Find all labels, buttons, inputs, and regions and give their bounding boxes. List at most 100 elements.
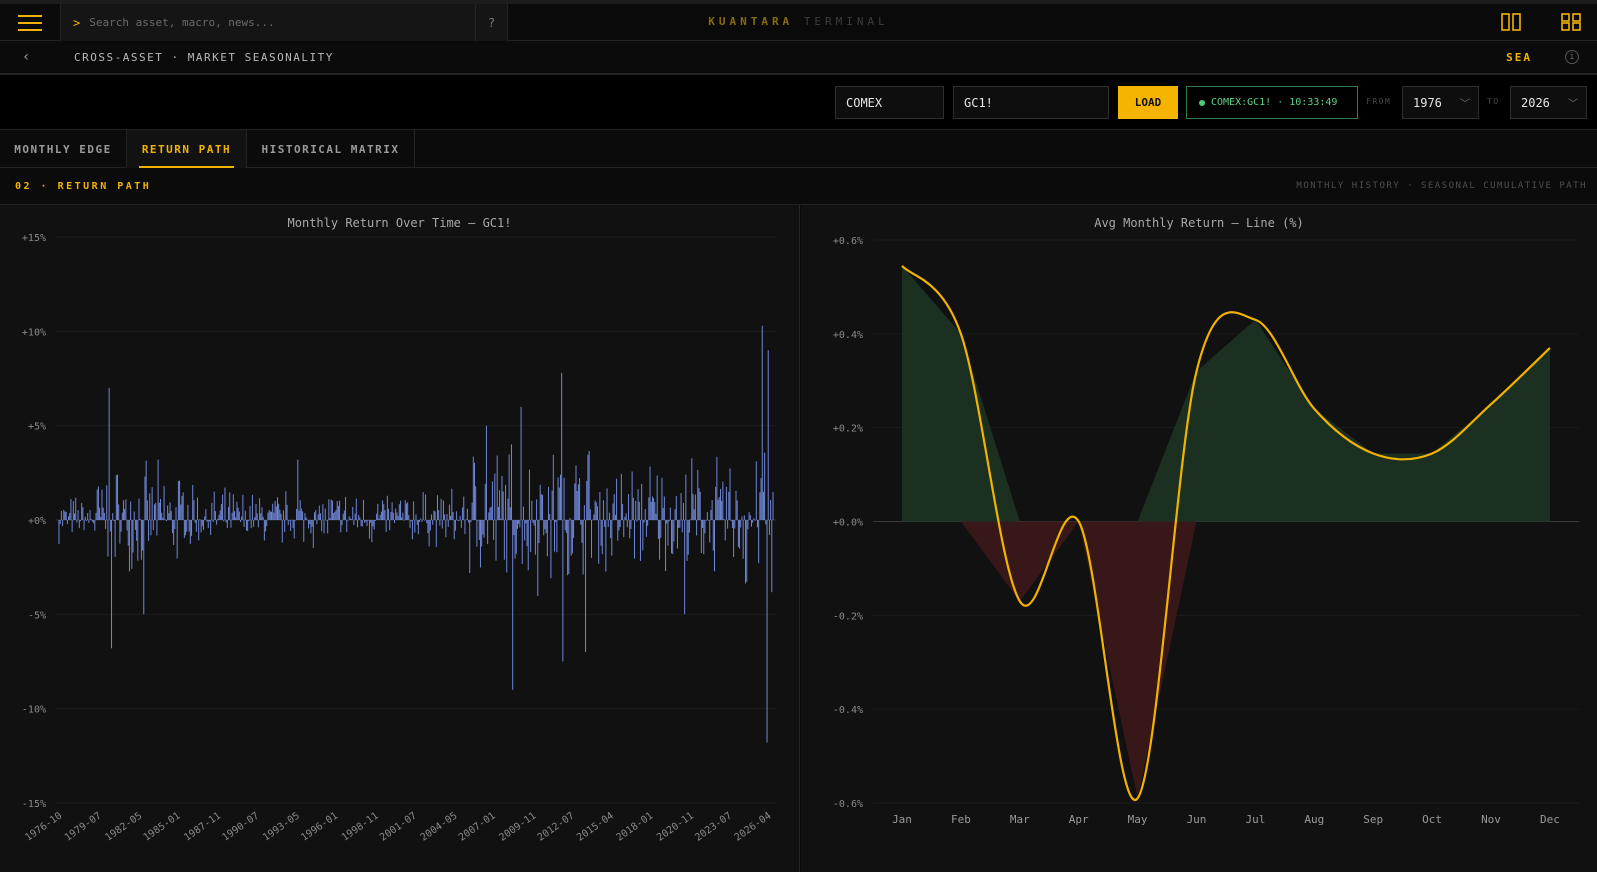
- bar: [589, 509, 591, 520]
- bar: [542, 494, 544, 520]
- bar: [383, 504, 385, 520]
- bar: [101, 489, 103, 520]
- bar: [306, 519, 308, 521]
- bar: [137, 520, 139, 561]
- bar: [667, 520, 669, 546]
- chevron-left-icon[interactable]: ‹: [22, 49, 30, 65]
- bar: [660, 520, 662, 538]
- from-year-select[interactable]: 1976 ﹀: [1402, 86, 1479, 119]
- bar: [282, 510, 284, 520]
- line-chart: +0.6% +0.4% +0.2% +0.0% -0.2% -0.4% -0.6% Jan Fe…: [833, 236, 1579, 826]
- section-subtitle: MONTHLY HISTORY · SEASONAL CUMULATIVE PA…: [1296, 181, 1587, 191]
- bar: [322, 504, 324, 520]
- bar: [429, 520, 431, 531]
- grid-layout-icon[interactable]: [1561, 13, 1581, 31]
- bar: [173, 520, 175, 545]
- bar: [308, 520, 310, 529]
- bar: [195, 520, 197, 532]
- bar: [728, 491, 730, 520]
- bar: [421, 520, 423, 522]
- bar: [754, 520, 756, 521]
- bar: [355, 498, 357, 520]
- split-layout-icon[interactable]: [1501, 13, 1521, 31]
- bar: [131, 520, 133, 569]
- bar: [440, 498, 442, 520]
- x-tick-label: Jul: [1245, 813, 1265, 826]
- bar: [316, 520, 318, 525]
- bar: [145, 460, 147, 520]
- bar: [643, 520, 645, 523]
- bar: [157, 459, 159, 520]
- bar: [659, 520, 661, 560]
- x-tick-label: 2020-11: [655, 810, 696, 843]
- bar: [230, 520, 232, 528]
- tab-historical-matrix[interactable]: HISTORICAL MATRIX: [247, 130, 415, 168]
- bar: [452, 512, 454, 520]
- bar: [708, 520, 710, 521]
- bar: [106, 485, 108, 520]
- bar: [235, 517, 237, 520]
- bar: [346, 520, 348, 532]
- bar: [202, 520, 204, 530]
- tab-monthly-edge[interactable]: MONTHLY EDGE: [0, 130, 127, 168]
- bar: [580, 520, 582, 525]
- bar: [488, 512, 490, 520]
- exchange-field[interactable]: COMEX: [835, 86, 944, 119]
- bar: [91, 520, 93, 522]
- region-label[interactable]: SEA: [1506, 51, 1532, 64]
- bar: [692, 493, 694, 520]
- bar: [163, 485, 165, 520]
- bar: [133, 511, 135, 520]
- positive-area: [902, 265, 1550, 522]
- bar: [292, 520, 294, 528]
- bar: [76, 520, 78, 523]
- bar: [242, 494, 244, 520]
- y-tick-label: -10%: [22, 705, 46, 716]
- to-year-select[interactable]: 2026 ﹀: [1510, 86, 1587, 119]
- bar: [672, 520, 674, 554]
- bar: [232, 494, 234, 520]
- status-dot-icon: [1199, 99, 1205, 106]
- bar: [274, 500, 276, 520]
- from-label: FROM: [1366, 97, 1392, 106]
- y-tick-label: -5%: [28, 610, 46, 621]
- bar: [552, 454, 554, 520]
- bar: [365, 520, 367, 522]
- bar: [712, 520, 714, 551]
- bar: [280, 513, 282, 520]
- bar: [606, 488, 608, 520]
- bar: [161, 512, 163, 520]
- chevron-down-icon: ﹀: [1568, 99, 1578, 110]
- bar: [128, 520, 130, 572]
- bar: [272, 503, 274, 520]
- tab-return-path[interactable]: RETURN PATH: [127, 130, 247, 168]
- bar: [380, 511, 382, 520]
- bar: [262, 517, 264, 520]
- bar: [581, 520, 583, 543]
- bar: [401, 517, 403, 520]
- symbol-field[interactable]: GC1!: [953, 86, 1109, 119]
- bar: [127, 520, 129, 546]
- bar: [89, 510, 91, 520]
- bar: [225, 520, 227, 523]
- bar: [107, 520, 109, 557]
- bar: [697, 469, 699, 520]
- bar: [545, 520, 547, 534]
- load-button[interactable]: LOAD: [1118, 86, 1178, 119]
- bar: [378, 518, 380, 520]
- bar: [632, 497, 634, 520]
- bar: [587, 454, 589, 520]
- bar: [438, 509, 440, 520]
- bar: [333, 513, 335, 520]
- bar: [620, 473, 622, 520]
- bar: [164, 519, 166, 521]
- info-icon[interactable]: i: [1565, 50, 1579, 64]
- bar: [410, 520, 412, 521]
- line-chart-panel: Avg Monthly Return — Line (%) +0.6% +0.4%…: [801, 205, 1597, 872]
- bar: [543, 520, 545, 536]
- bar: [286, 504, 288, 520]
- bar: [394, 520, 396, 524]
- bar: [311, 520, 313, 527]
- bar: [680, 493, 682, 520]
- bar: [340, 520, 342, 533]
